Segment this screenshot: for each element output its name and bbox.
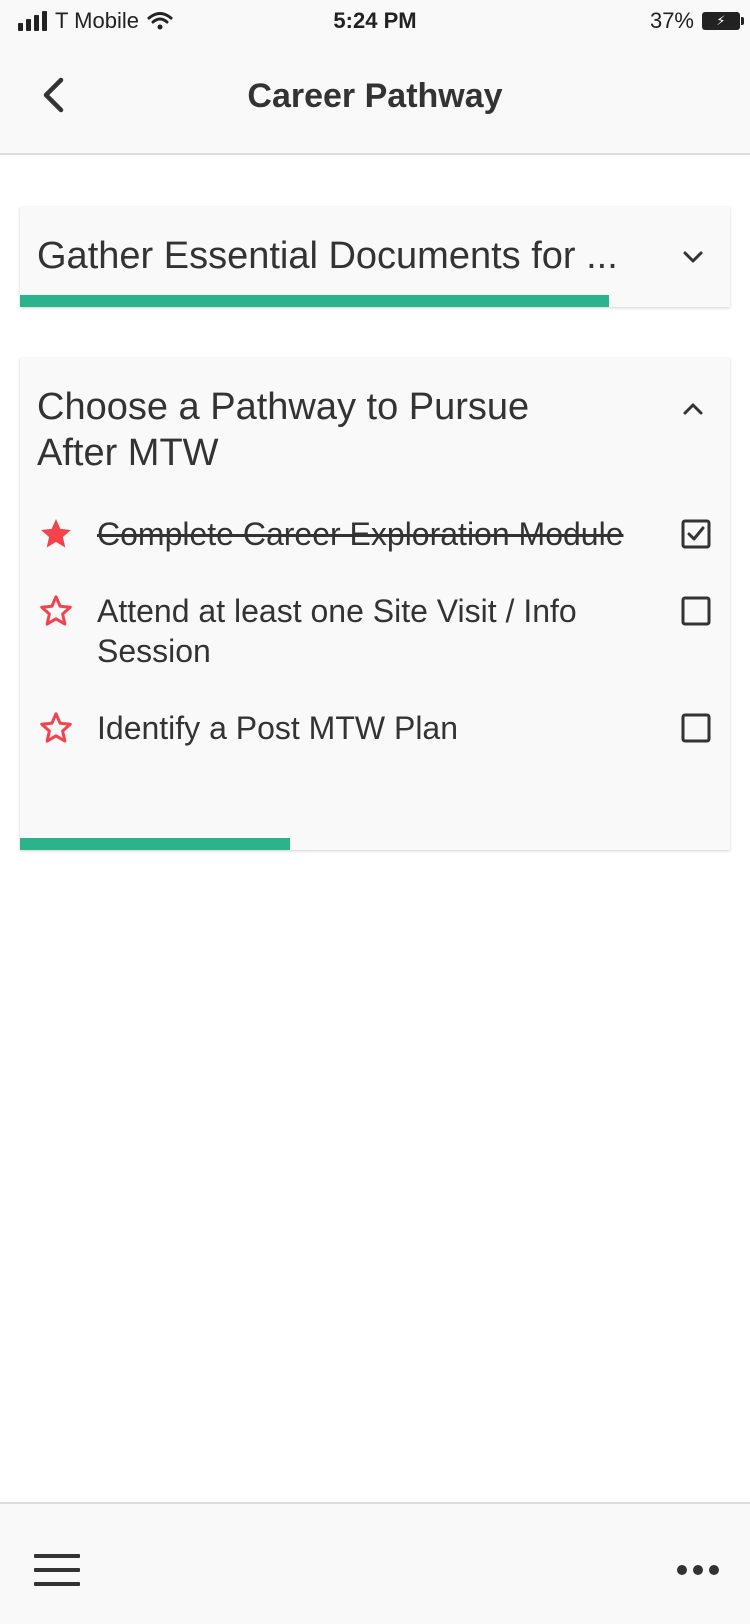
- section-progress-bar: [20, 838, 730, 850]
- checkbox-checked[interactable]: [681, 519, 711, 549]
- clock: 5:24 PM: [333, 8, 417, 33]
- task-label: Identify a Post MTW Plan: [97, 710, 459, 746]
- more-horizontal-icon[interactable]: [676, 1562, 720, 1578]
- collapse-toggle[interactable]: [678, 394, 708, 424]
- progress-fill: [20, 295, 610, 307]
- section-title: Choose a Pathway to Pursue After MTW: [37, 386, 530, 474]
- battery-icon: ⚡: [702, 12, 744, 30]
- progress-fill: [20, 838, 290, 850]
- chevron-up-icon: [683, 403, 703, 415]
- section-title: Gather Essential Documents for ...: [37, 235, 618, 277]
- checkbox-unchecked[interactable]: [681, 713, 711, 743]
- checkbox-unchecked[interactable]: [681, 596, 711, 626]
- chevron-down-icon: [683, 251, 703, 263]
- star-outline-icon[interactable]: [38, 593, 74, 629]
- section-card-documents[interactable]: Gather Essential Documents for ...: [20, 207, 730, 307]
- hamburger-menu-icon[interactable]: [34, 1552, 82, 1588]
- page-title: Career Pathway: [247, 77, 503, 115]
- navigation-bar: Career Pathway: [0, 42, 750, 155]
- expand-toggle[interactable]: [678, 242, 708, 272]
- bottom-toolbar: [0, 1502, 750, 1624]
- status-right: 37% ⚡: [649, 8, 744, 34]
- section-progress-bar: [20, 295, 730, 307]
- task-label: Attend at least one Site Visit / Info Se…: [97, 593, 577, 669]
- star-outline-icon[interactable]: [38, 710, 74, 746]
- star-filled-icon[interactable]: [38, 516, 74, 552]
- task-label: Complete Career Exploration Module: [97, 516, 624, 552]
- status-bar: T Mobile 5:24 PM 37% ⚡: [0, 0, 750, 42]
- section-card-pathway: Choose a Pathway to Pursue After MTW Com…: [20, 358, 730, 850]
- battery-percent: 37%: [649, 8, 694, 33]
